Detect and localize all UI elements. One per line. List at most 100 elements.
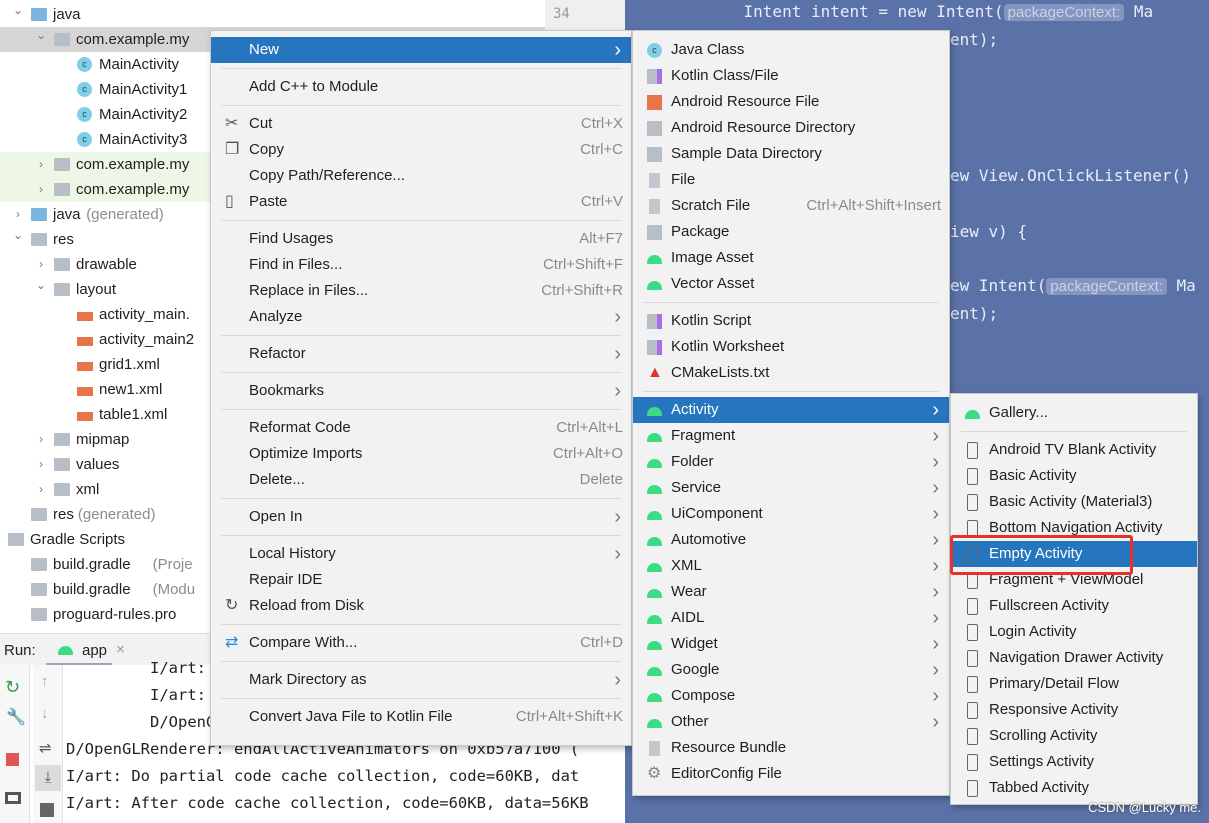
run-side-toolbar: ↻ 🔧 — [0, 665, 30, 823]
chevron-down-icon[interactable]: ⌄ — [11, 223, 25, 248]
chevron-right-icon[interactable]: › — [34, 452, 48, 477]
menu-item-automotive[interactable]: Automotive › — [633, 527, 949, 553]
menu-item-widget[interactable]: Widget › — [633, 631, 949, 657]
menu-item-shortcut: Ctrl+X — [580, 115, 623, 132]
menu-item-editorconfig-file[interactable]: ⚙ EditorConfig File — [633, 761, 949, 787]
stop-icon[interactable] — [6, 753, 19, 766]
tree-item-suffix: (generated) — [77, 506, 156, 523]
chevron-right-icon[interactable]: › — [34, 427, 48, 452]
menu-item-java-class[interactable]: c Java Class — [633, 37, 949, 63]
menu-item-optimize-imports[interactable]: Optimize Imports Ctrl+Alt+O — [211, 441, 631, 467]
menu-item-other[interactable]: Other › — [633, 709, 949, 735]
menu-item-delete[interactable]: Delete... Delete — [211, 467, 631, 493]
arrow-up-icon[interactable]: ↑ — [41, 673, 49, 690]
menu-item-service[interactable]: Service › — [633, 475, 949, 501]
menu-item-copy-path-reference[interactable]: Copy Path/Reference... — [211, 163, 631, 189]
menu-item-sample-data-directory[interactable]: Sample Data Directory — [633, 141, 949, 167]
menu-item-refactor[interactable]: Refactor › — [211, 341, 631, 367]
menu-item-navigation-drawer-activity[interactable]: Navigation Drawer Activity — [951, 645, 1197, 671]
chevron-right-icon[interactable]: › — [34, 477, 48, 502]
menu-item-gallery[interactable]: Gallery... — [951, 400, 1197, 426]
chevron-down-icon[interactable]: ⌄ — [34, 23, 48, 48]
menu-item-fullscreen-activity[interactable]: Fullscreen Activity — [951, 593, 1197, 619]
menu-item-android-resource-directory[interactable]: Android Resource Directory — [633, 115, 949, 141]
menu-item-image-asset[interactable]: Image Asset — [633, 245, 949, 271]
close-icon[interactable]: × — [116, 641, 125, 658]
chevron-down-icon[interactable]: ⌄ — [11, 0, 25, 23]
menu-item-primary-detail-flow[interactable]: Primary/Detail Flow — [951, 671, 1197, 697]
menu-item-new[interactable]: New › — [211, 37, 631, 63]
code-line: ew View.OnClickListener() — [950, 166, 1191, 185]
android-icon — [647, 255, 662, 264]
menu-item-label: AIDL — [671, 609, 705, 626]
menu-item-basic-activity-material3[interactable]: Basic Activity (Material3) — [951, 489, 1197, 515]
menu-item-shortcut: Ctrl+V — [580, 193, 623, 210]
chevron-down-icon[interactable]: ⌄ — [34, 273, 48, 298]
code-text: Ma — [1124, 2, 1154, 21]
menu-item-add-c-to-module[interactable]: Add C++ to Module — [211, 74, 631, 100]
menu-item-android-tv-blank-activity[interactable]: Android TV Blank Activity — [951, 437, 1197, 463]
android-icon — [647, 719, 662, 728]
menu-item-scratch-file[interactable]: Scratch File Ctrl+Alt+Shift+Insert — [633, 193, 949, 219]
menu-item-fragment[interactable]: Fragment › — [633, 423, 949, 449]
menu-item-resource-bundle[interactable]: Resource Bundle — [633, 735, 949, 761]
wrench-icon[interactable]: 🔧 — [6, 707, 26, 727]
menu-item-aidl[interactable]: AIDL › — [633, 605, 949, 631]
menu-item-analyze[interactable]: Analyze › — [211, 304, 631, 330]
android-icon — [647, 537, 662, 546]
menu-item-reload-from-disk[interactable]: ↻ Reload from Disk — [211, 593, 631, 619]
folder-icon — [31, 508, 47, 521]
menu-item-mark-directory-as[interactable]: Mark Directory as › — [211, 667, 631, 693]
rerun-icon[interactable]: ↻ — [5, 677, 20, 698]
menu-item-kotlin-class-file[interactable]: Kotlin Class/File — [633, 63, 949, 89]
menu-item-open-in[interactable]: Open In › — [211, 504, 631, 530]
menu-item-kotlin-script[interactable]: Kotlin Script — [633, 308, 949, 334]
menu-item-xml[interactable]: XML › — [633, 553, 949, 579]
menu-item-cmakelists-txt[interactable]: ▲ CMakeLists.txt — [633, 360, 949, 386]
chevron-right-icon[interactable]: › — [34, 177, 48, 202]
menu-item-folder[interactable]: Folder › — [633, 449, 949, 475]
menu-item-find-in-files[interactable]: Find in Files... Ctrl+Shift+F — [211, 252, 631, 278]
menu-item-kotlin-worksheet[interactable]: Kotlin Worksheet — [633, 334, 949, 360]
menu-item-file[interactable]: File — [633, 167, 949, 193]
menu-item-paste[interactable]: ▯ Paste Ctrl+V — [211, 189, 631, 215]
menu-item-local-history[interactable]: Local History › — [211, 541, 631, 567]
menu-item-repair-ide[interactable]: Repair IDE — [211, 567, 631, 593]
menu-item-responsive-activity[interactable]: Responsive Activity — [951, 697, 1197, 723]
menu-item-bookmarks[interactable]: Bookmarks › — [211, 378, 631, 404]
scroll-to-end-icon[interactable]: ⤓ — [35, 765, 61, 791]
menu-item-copy[interactable]: ❐ Copy Ctrl+C — [211, 137, 631, 163]
menu-item-reformat-code[interactable]: Reformat Code Ctrl+Alt+L — [211, 415, 631, 441]
run-tab-app[interactable]: app × — [46, 634, 125, 666]
menu-item-login-activity[interactable]: Login Activity — [951, 619, 1197, 645]
menu-item-replace-in-files[interactable]: Replace in Files... Ctrl+Shift+R — [211, 278, 631, 304]
menu-item-google[interactable]: Google › — [633, 657, 949, 683]
kotlin-icon — [647, 340, 662, 355]
menu-item-compare-with[interactable]: ⇄ Compare With... Ctrl+D — [211, 630, 631, 656]
menu-item-label: Add C++ to Module — [249, 78, 379, 95]
menu-item-cut[interactable]: ✂ Cut Ctrl+X — [211, 111, 631, 137]
print-icon[interactable] — [40, 803, 54, 817]
soft-wrap-icon[interactable]: ⇌ — [39, 739, 52, 757]
menu-item-android-resource-file[interactable]: Android Resource File — [633, 89, 949, 115]
android-icon — [647, 485, 662, 494]
menu-item-basic-activity[interactable]: Basic Activity — [951, 463, 1197, 489]
layout-icon[interactable] — [5, 792, 21, 804]
menu-item-find-usages[interactable]: Find Usages Alt+F7 — [211, 226, 631, 252]
menu-item-label: Replace in Files... — [249, 282, 369, 299]
tree-item[interactable]: ⌄ java — [0, 2, 545, 27]
menu-item-scrolling-activity[interactable]: Scrolling Activity — [951, 723, 1197, 749]
menu-item-wear[interactable]: Wear › — [633, 579, 949, 605]
menu-item-compose[interactable]: Compose › — [633, 683, 949, 709]
arrow-down-icon[interactable]: ↓ — [41, 705, 49, 722]
menu-item-settings-activity[interactable]: Settings Activity — [951, 749, 1197, 775]
menu-item-activity[interactable]: Activity › — [633, 397, 949, 423]
menu-item-label: CMakeLists.txt — [671, 364, 770, 381]
chevron-down-icon[interactable]: ⌄ — [0, 523, 2, 548]
menu-item-convert-java-file-to-kotlin-file[interactable]: Convert Java File to Kotlin File Ctrl+Alt… — [211, 704, 631, 730]
menu-item-package[interactable]: Package — [633, 219, 949, 245]
menu-item-uicomponent[interactable]: UiComponent › — [633, 501, 949, 527]
menu-item-tabbed-activity[interactable]: Tabbed Activity — [951, 775, 1197, 801]
menu-item-vector-asset[interactable]: Vector Asset — [633, 271, 949, 297]
chevron-right-icon[interactable]: › — [34, 152, 48, 177]
